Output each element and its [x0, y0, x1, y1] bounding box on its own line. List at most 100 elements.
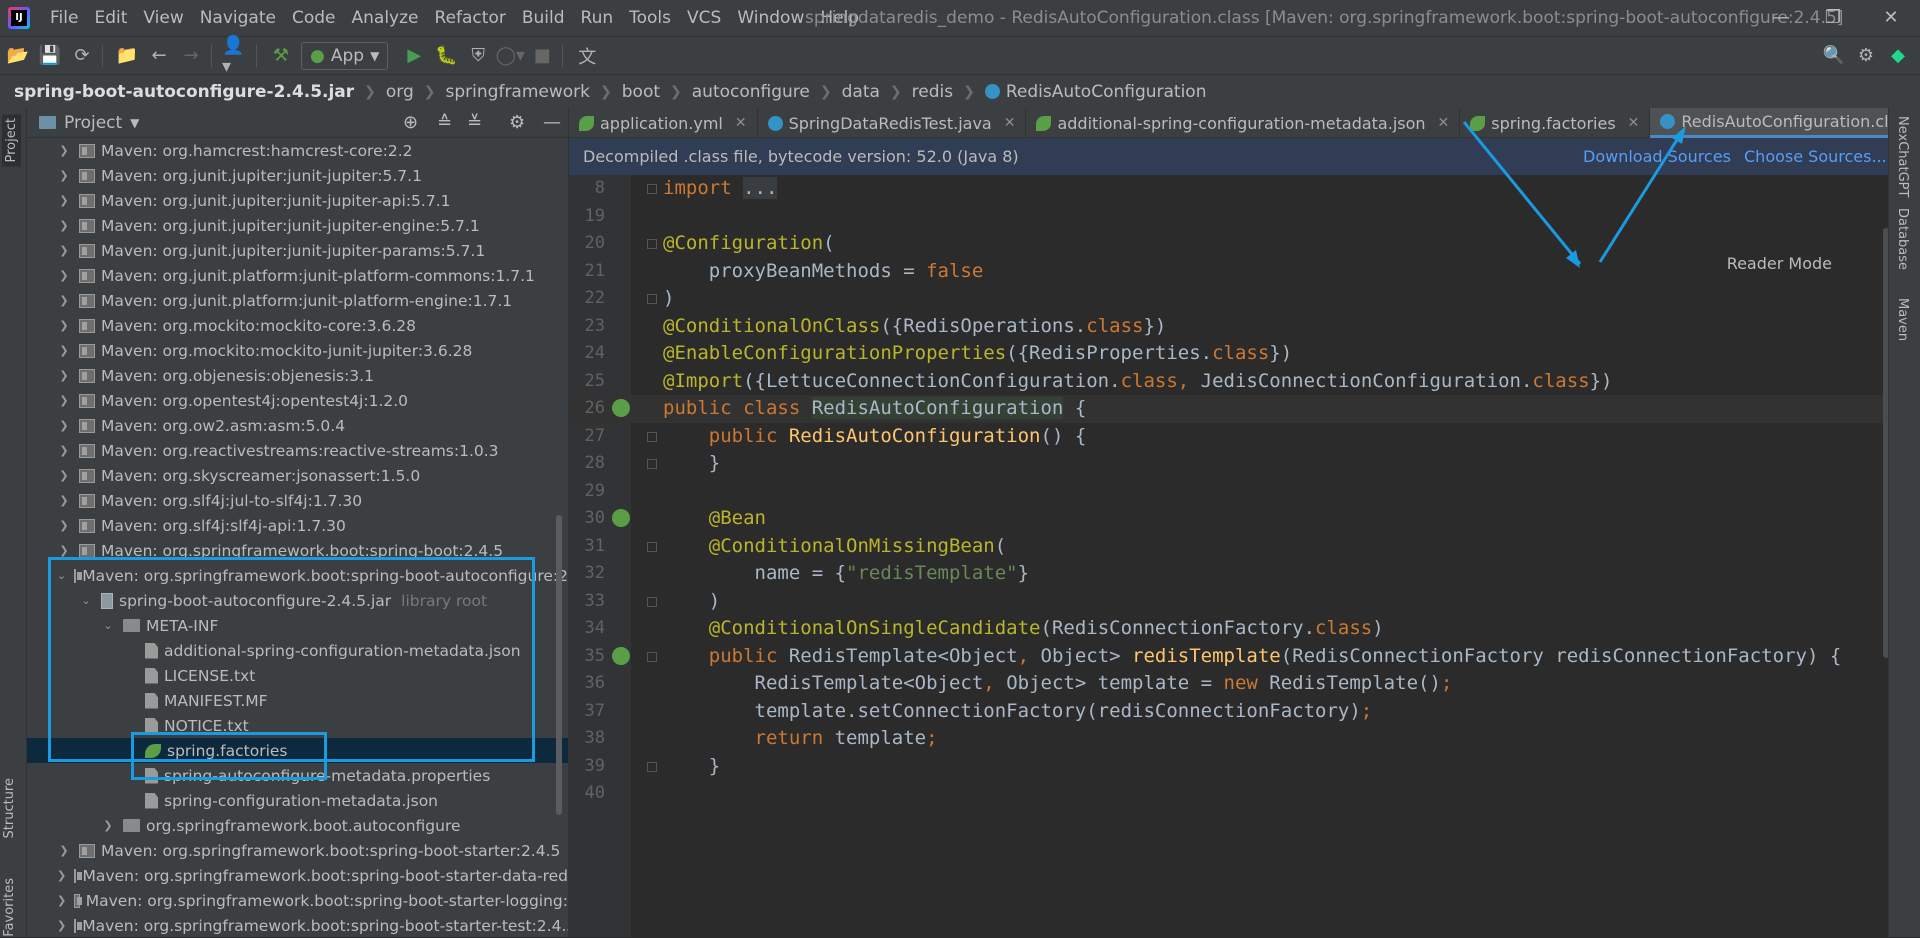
search-icon[interactable]: 🔍	[1820, 42, 1848, 70]
fold-icon[interactable]	[647, 459, 657, 469]
menu-window[interactable]: Window	[729, 0, 812, 36]
open-folder-icon[interactable]: 📂	[4, 42, 32, 70]
tree-expand-icon[interactable]: ❯	[57, 319, 71, 332]
tree-expand-icon[interactable]: ❯	[57, 844, 71, 857]
user-icon[interactable]: 👤▾	[222, 35, 250, 77]
menu-analyze[interactable]: Analyze	[344, 0, 427, 36]
code-line[interactable]: 19	[569, 203, 1889, 231]
tree-row[interactable]: ❯ Maven: org.junit.jupiter:junit-jupiter-…	[27, 238, 568, 263]
database-tool-tab[interactable]: Database	[1895, 208, 1910, 270]
tree-row[interactable]: ❯ Maven: org.mockito:mockito-junit-jupite…	[27, 338, 568, 363]
code-line[interactable]: 8 import ...	[569, 175, 1889, 203]
tree-row[interactable]: ❯ Maven: org.slf4j:jul-to-slf4j:1.7.30	[27, 488, 568, 513]
tree-row[interactable]: ❯ Maven: org.springframework.boot:spring-…	[27, 888, 568, 913]
tree-row[interactable]: ❯ Maven: org.hamcrest:hamcrest-core:2.2	[27, 138, 568, 163]
tree-row[interactable]: ❯ Maven: org.opentest4j:opentest4j:1.2.0	[27, 388, 568, 413]
tree-expand-icon[interactable]: ❯	[57, 144, 71, 157]
menu-run[interactable]: Run	[573, 0, 622, 36]
menu-file[interactable]: File	[42, 0, 86, 36]
code-line[interactable]: 37 template.setConnectionFactory(redisCo…	[569, 698, 1889, 726]
reader-mode-toggle[interactable]: Reader Mode	[1727, 254, 1832, 273]
tree-expand-icon[interactable]: ❯	[57, 919, 66, 932]
tree-expand-icon[interactable]: ❯	[57, 394, 71, 407]
tree-row[interactable]: ❯ Maven: org.junit.platform:junit-platfor…	[27, 288, 568, 313]
save-icon[interactable]: 💾	[36, 42, 64, 70]
stop-icon[interactable]: ■	[528, 42, 556, 70]
code-line[interactable]: 23 @ConditionalOnClass({RedisOperations.c…	[569, 313, 1889, 341]
code-line[interactable]: 38 return template;	[569, 725, 1889, 753]
debug-icon[interactable]: 🐛	[432, 42, 460, 70]
code-line[interactable]: 29	[569, 478, 1889, 506]
tree-row[interactable]: ❯ Maven: org.junit.platform:junit-platfor…	[27, 263, 568, 288]
bean-navigate-icon[interactable]	[612, 509, 630, 527]
editor-tab[interactable]: RedisAutoConfiguration.class✕	[1650, 108, 1920, 138]
tree-row[interactable]: spring-configuration-metadata.json	[27, 788, 568, 813]
close-window-icon[interactable]: ✕	[1868, 0, 1914, 36]
breadcrumb-springframework[interactable]: springframework	[446, 82, 590, 102]
close-icon[interactable]: ✕	[735, 115, 747, 131]
fold-icon[interactable]	[647, 541, 657, 552]
editor-tab[interactable]: additional-spring-configuration-metadata…	[1026, 108, 1461, 138]
fold-icon[interactable]	[647, 651, 657, 662]
breadcrumb-org[interactable]: org	[386, 82, 414, 102]
tree-expand-icon[interactable]: ❯	[57, 869, 66, 882]
tree-row[interactable]: ❯ Maven: org.reactivestreams:reactive-str…	[27, 438, 568, 463]
breadcrumb-jar[interactable]: spring-boot-autoconfigure-2.4.5.jar	[14, 82, 354, 102]
tree-expand-icon[interactable]: ❯	[57, 369, 71, 382]
tree-expand-icon[interactable]: ❯	[57, 344, 71, 357]
profile-icon[interactable]: ◯▾	[496, 42, 525, 70]
forward-icon[interactable]: →	[177, 42, 205, 70]
maven-tool-tab[interactable]: Maven	[1895, 298, 1910, 341]
code-line[interactable]: 25 @Import({LettuceConnectionConfiguratio…	[569, 368, 1889, 396]
code-line[interactable]: 31 @ConditionalOnMissingBean(	[569, 533, 1889, 561]
code-line[interactable]: 40	[569, 780, 1889, 808]
favorites-tool-tab[interactable]: Favorites	[2, 878, 17, 937]
editor-tab[interactable]: spring.factories ✕	[1460, 108, 1651, 138]
menu-code[interactable]: Code	[284, 0, 344, 36]
run-config-select[interactable]: ● App ▼	[301, 41, 389, 70]
editor-tab[interactable]: SpringDataRedisTest.java ✕	[758, 108, 1027, 138]
tree-row[interactable]: ❯ Maven: org.junit.jupiter:junit-jupiter-…	[27, 188, 568, 213]
fold-icon[interactable]	[647, 431, 657, 442]
code-line[interactable]: 32 name = {"redisTemplate"}	[569, 560, 1889, 588]
project-scrollbar[interactable]	[556, 515, 562, 815]
tree-row[interactable]: ❯ Maven: org.springframework.boot:spring-…	[27, 838, 568, 863]
menu-edit[interactable]: Edit	[86, 0, 135, 36]
tree-expand-icon[interactable]: ❯	[57, 544, 71, 557]
tree-expand-icon[interactable]: ❯	[57, 444, 71, 457]
close-icon[interactable]: ✕	[1628, 115, 1640, 131]
code-line[interactable]: 34 @ConditionalOnSingleCandidate(RedisCo…	[569, 615, 1889, 643]
code-line[interactable]: 33 )	[569, 588, 1889, 616]
expand-all-icon[interactable]: ≙	[437, 112, 452, 133]
code-line[interactable]: 26 public class RedisAutoConfiguration {	[569, 395, 1889, 423]
menu-tools[interactable]: Tools	[621, 0, 679, 36]
fold-icon[interactable]	[647, 761, 657, 772]
coverage-icon[interactable]: ⛨	[464, 42, 492, 70]
hide-icon[interactable]: —	[543, 112, 561, 133]
back-icon[interactable]: ←	[145, 42, 173, 70]
build-hammer-icon[interactable]: ⚒	[267, 42, 295, 70]
settings-gear-icon[interactable]: ⚙	[1852, 42, 1880, 70]
close-icon[interactable]: ✕	[1004, 115, 1016, 131]
code-line[interactable]: 24 @EnableConfigurationProperties({RedisP…	[569, 340, 1889, 368]
menu-view[interactable]: View	[135, 0, 191, 36]
tree-row[interactable]: ❯ Maven: org.slf4j:slf4j-api:1.7.30	[27, 513, 568, 538]
code-line[interactable]: 21 proxyBeanMethods = false	[569, 258, 1889, 286]
plugin-icon[interactable]: ◆	[1884, 42, 1912, 70]
code-line[interactable]: 39 }	[569, 753, 1889, 781]
bean-navigate-icon[interactable]	[612, 646, 630, 665]
menu-vcs[interactable]: VCS	[679, 0, 729, 36]
project-tool-tab[interactable]: Project	[2, 114, 21, 167]
tree-expand-icon[interactable]: ❯	[57, 894, 66, 907]
tree-expand-icon[interactable]: ❯	[57, 244, 71, 257]
tree-row[interactable]: ❯ org.springframework.boot.autoconfigure	[27, 813, 568, 838]
menu-refactor[interactable]: Refactor	[427, 0, 514, 36]
code-line[interactable]: 28 }	[569, 450, 1889, 478]
tree-expand-icon[interactable]: ❯	[101, 819, 115, 832]
chevron-down-icon[interactable]: ▼	[130, 116, 139, 130]
close-icon[interactable]: ✕	[1438, 115, 1450, 131]
tree-expand-icon[interactable]: ❯	[57, 294, 71, 307]
download-sources-link[interactable]: Download Sources	[1583, 147, 1731, 166]
translate-icon[interactable]: 文	[573, 42, 601, 70]
collapse-all-icon[interactable]: ≚	[467, 112, 482, 133]
